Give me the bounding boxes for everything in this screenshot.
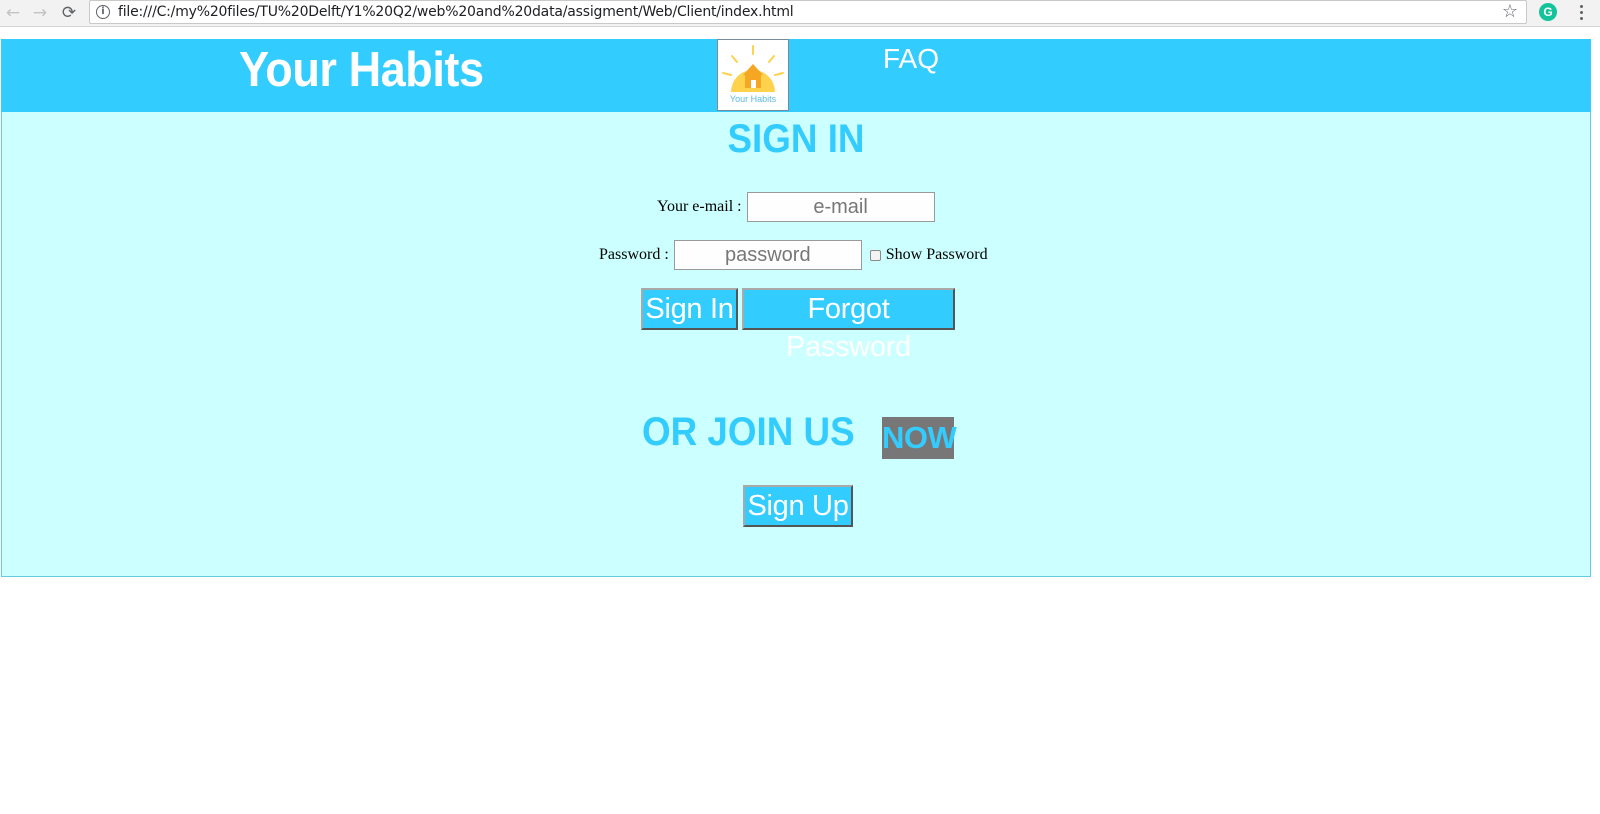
back-icon[interactable]: ← <box>2 2 24 24</box>
bookmark-star-icon[interactable]: ☆ <box>1502 1 1518 22</box>
site-logo[interactable]: Your Habits <box>717 39 789 111</box>
main-content: SIGN IN Your e-mail : Password : Show Pa… <box>1 112 1591 577</box>
grammarly-extension-icon[interactable]: G <box>1539 3 1557 21</box>
forward-icon[interactable]: → <box>29 2 51 24</box>
info-icon[interactable]: i <box>96 5 110 19</box>
email-field[interactable] <box>746 192 935 222</box>
email-row: Your e-mail : <box>657 192 935 222</box>
password-row: Password : Show Password <box>599 240 988 270</box>
now-badge: NOW <box>882 417 957 459</box>
signin-heading: SIGN IN <box>727 117 865 161</box>
browser-menu-icon[interactable] <box>1574 1 1588 23</box>
url-text[interactable]: file:///C:/my%20files/TU%20Delft/Y1%20Q2… <box>118 4 794 20</box>
site-title: Your Habits <box>239 43 484 97</box>
forgot-password-button[interactable]: Forgot Password <box>742 288 955 363</box>
signin-button[interactable]: Sign In <box>641 288 738 330</box>
show-password-checkbox[interactable] <box>869 249 881 261</box>
faq-link[interactable]: FAQ <box>883 39 939 79</box>
browser-toolbar: ← → ⟳ i file:///C:/my%20files/TU%20Delft… <box>0 0 1600 27</box>
reload-icon[interactable]: ⟳ <box>58 2 80 24</box>
password-label: Password : <box>599 246 669 263</box>
site-header: Your Habits Your Habits FAQ <box>1 39 1591 112</box>
password-field[interactable] <box>673 240 862 270</box>
join-heading: OR JOIN US <box>642 410 855 454</box>
logo-text: Your Habits <box>730 94 777 104</box>
menu-dot <box>1579 4 1583 8</box>
email-label: Your e-mail : <box>657 198 742 215</box>
menu-dot <box>1579 10 1583 14</box>
signup-button[interactable]: Sign Up <box>743 485 853 527</box>
show-password-label: Show Password <box>885 246 988 263</box>
logo-sun-house-icon: Your Habits <box>722 45 784 104</box>
menu-dot <box>1579 16 1583 20</box>
address-bar[interactable]: i file:///C:/my%20files/TU%20Delft/Y1%20… <box>89 0 1527 24</box>
